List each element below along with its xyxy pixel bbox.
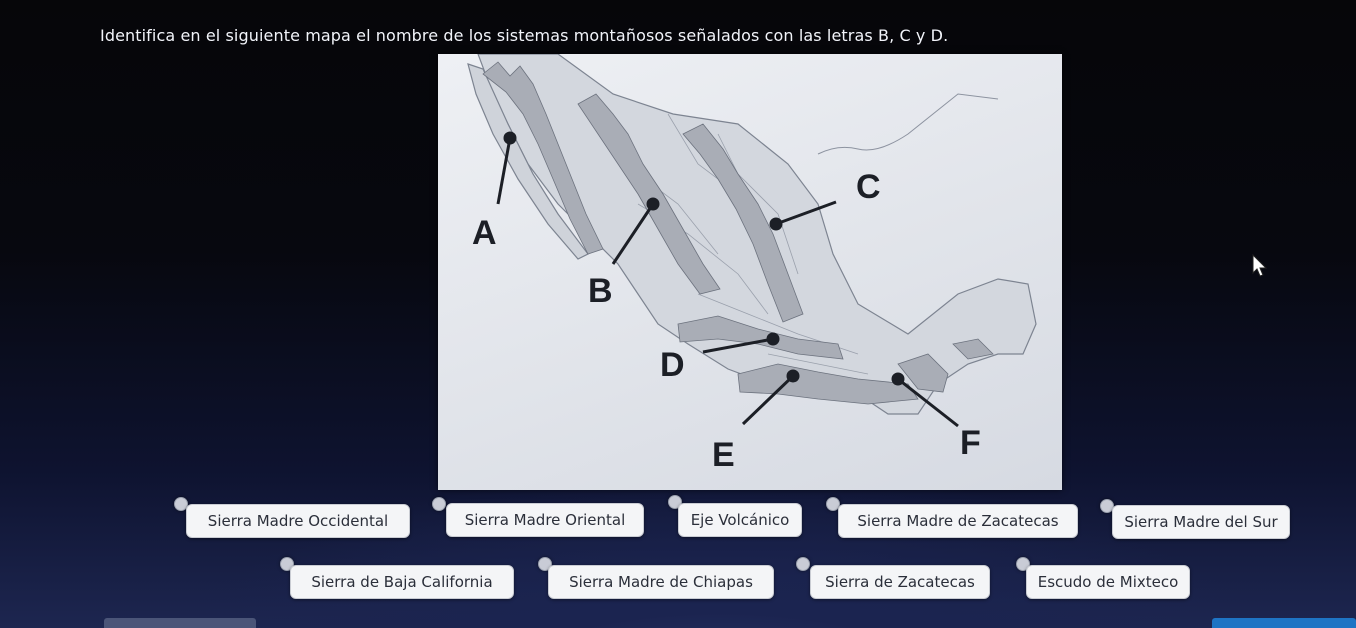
label-f: F bbox=[960, 424, 981, 462]
label-d: D bbox=[660, 346, 685, 384]
question-text: Identifica en el siguiente mapa el nombr… bbox=[100, 26, 949, 45]
option-sierra-madre-del-sur[interactable]: Sierra Madre del Sur bbox=[1112, 505, 1290, 539]
option-sierra-madre-oriental[interactable]: Sierra Madre Oriental bbox=[446, 503, 644, 537]
drag-handle-icon[interactable] bbox=[796, 557, 810, 571]
label-c: C bbox=[856, 168, 881, 206]
option-sierra-de-zacatecas[interactable]: Sierra de Zacatecas bbox=[810, 565, 990, 599]
label-a: A bbox=[472, 214, 497, 252]
mouse-cursor-icon bbox=[1252, 254, 1268, 277]
option-escudo-de-mixteco[interactable]: Escudo de Mixteco bbox=[1026, 565, 1190, 599]
mexico-map: A B C D E F bbox=[438, 54, 1062, 490]
option-sierra-madre-occidental[interactable]: Sierra Madre Occidental bbox=[186, 504, 410, 538]
next-button[interactable] bbox=[1212, 618, 1356, 628]
gulf-coast bbox=[817, 93, 999, 155]
back-button[interactable] bbox=[104, 618, 256, 628]
label-e: E bbox=[712, 436, 735, 474]
option-sierra-madre-de-zacatecas[interactable]: Sierra Madre de Zacatecas bbox=[838, 504, 1078, 538]
map-drawing: A B C D E F bbox=[467, 54, 1037, 474]
option-sierra-de-baja-california[interactable]: Sierra de Baja California bbox=[290, 565, 514, 599]
option-eje-volcanico[interactable]: Eje Volcánico bbox=[678, 503, 802, 537]
drag-handle-icon[interactable] bbox=[432, 497, 446, 511]
option-sierra-madre-de-chiapas[interactable]: Sierra Madre de Chiapas bbox=[548, 565, 774, 599]
label-b: B bbox=[588, 272, 613, 310]
